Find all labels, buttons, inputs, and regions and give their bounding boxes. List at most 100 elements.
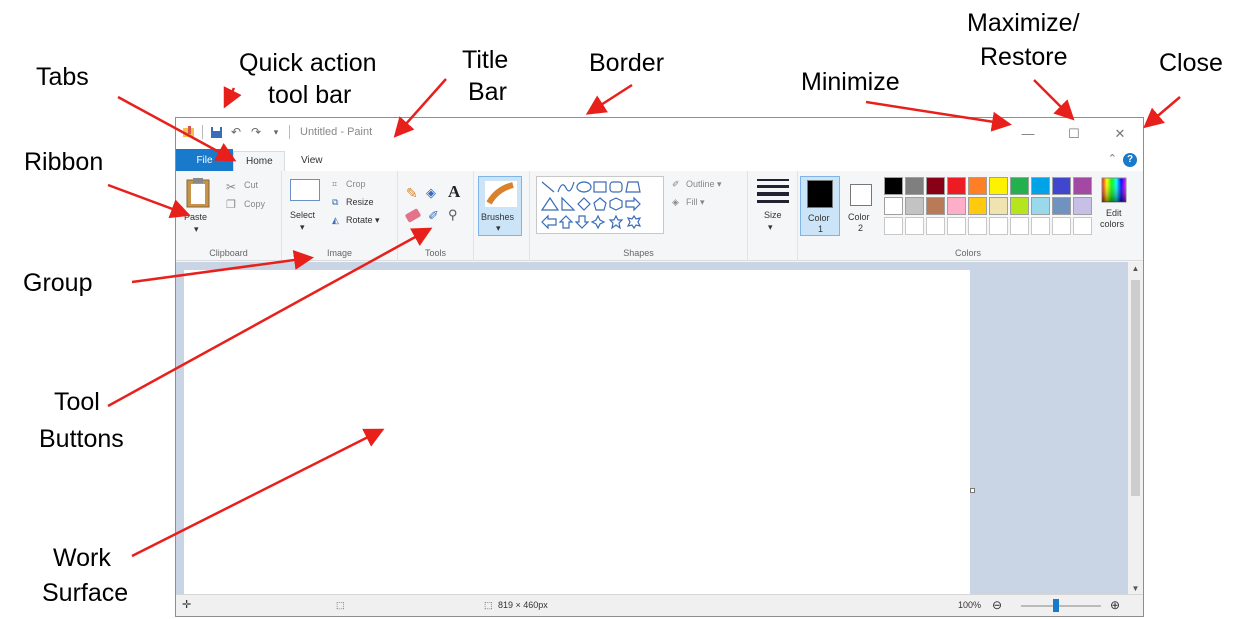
scroll-down-icon[interactable]: ▼ bbox=[1128, 584, 1143, 593]
eraser-icon[interactable] bbox=[404, 208, 422, 223]
palette-swatch[interactable] bbox=[968, 177, 987, 195]
rotate-icon: ◭ bbox=[332, 215, 339, 225]
colors-group-name: Colors bbox=[954, 248, 981, 258]
paste-icon bbox=[186, 178, 210, 208]
rotate-button[interactable]: Rotate ▾ bbox=[346, 215, 380, 226]
fill-button[interactable]: Fill ▾ bbox=[686, 197, 705, 208]
title-bar[interactable]: ↶ ↷ ▾ Untitled - Paint — ☐ ✕ bbox=[176, 118, 1143, 149]
palette-empty-swatch[interactable] bbox=[947, 217, 966, 235]
scroll-up-icon[interactable]: ▲ bbox=[1128, 264, 1143, 273]
edit-colors-button[interactable]: Edit colors bbox=[1096, 177, 1132, 237]
tool-buttons-annotation-line1: Tool bbox=[54, 388, 100, 416]
edit-colors-label-line2: colors bbox=[1100, 219, 1125, 229]
pencil-icon[interactable]: ✎ bbox=[406, 185, 418, 202]
qat-separator bbox=[202, 125, 203, 139]
color-picker-icon[interactable]: ✐ bbox=[428, 208, 439, 224]
palette-swatch[interactable] bbox=[884, 177, 903, 195]
palette-swatch[interactable] bbox=[1010, 197, 1029, 215]
palette-swatch[interactable] bbox=[1073, 177, 1092, 195]
tab-file[interactable]: File bbox=[176, 149, 233, 171]
palette-swatch[interactable] bbox=[1052, 197, 1071, 215]
palette-swatch[interactable] bbox=[905, 197, 924, 215]
palette-empty-swatch[interactable] bbox=[1031, 217, 1050, 235]
palette-empty-swatch[interactable] bbox=[968, 217, 987, 235]
palette-swatch[interactable] bbox=[989, 177, 1008, 195]
magnifier-icon[interactable]: ⚲ bbox=[448, 207, 458, 223]
select-button[interactable]: Select ▾ bbox=[288, 179, 322, 235]
work-surface[interactable] bbox=[184, 270, 970, 595]
colors-group: Color 1 Color 2 Edit colors Colors bbox=[798, 171, 1138, 261]
paint-window: ↶ ↷ ▾ Untitled - Paint — ☐ ✕ File Home V… bbox=[175, 117, 1144, 617]
palette-empty-swatch[interactable] bbox=[926, 217, 945, 235]
color1-button[interactable]: Color 1 bbox=[800, 176, 840, 236]
canvas-resize-handle[interactable] bbox=[970, 488, 975, 493]
palette-swatch[interactable] bbox=[1010, 177, 1029, 195]
crop-icon: ⌗ bbox=[332, 179, 338, 189]
palette-empty-swatch[interactable] bbox=[1052, 217, 1071, 235]
color1-label-line1: Color bbox=[808, 213, 830, 223]
redo-icon[interactable]: ↷ bbox=[249, 125, 263, 139]
palette-swatch[interactable] bbox=[1073, 197, 1092, 215]
zoom-in-icon[interactable]: ⊕ bbox=[1110, 598, 1120, 612]
canvas-area bbox=[176, 262, 1130, 595]
outline-button[interactable]: Outline ▾ bbox=[686, 179, 722, 190]
vertical-scrollbar[interactable]: ▲ ▼ bbox=[1128, 262, 1143, 595]
collapse-ribbon-icon[interactable]: ⌃ bbox=[1108, 152, 1117, 165]
palette-swatch[interactable] bbox=[989, 197, 1008, 215]
zoom-slider-track[interactable] bbox=[1021, 605, 1101, 607]
image-group-name: Image bbox=[326, 248, 352, 258]
palette-empty-swatch[interactable] bbox=[884, 217, 903, 235]
zoom-slider-thumb[interactable] bbox=[1053, 599, 1059, 612]
zoom-out-icon[interactable]: ⊖ bbox=[992, 598, 1002, 612]
canvas-size-icon: ⬚ bbox=[484, 600, 493, 610]
border-annotation: Border bbox=[589, 49, 665, 77]
color2-label-line2: 2 bbox=[858, 223, 864, 233]
paint-app-icon bbox=[182, 125, 196, 139]
maximize-button[interactable]: ☐ bbox=[1051, 118, 1097, 149]
palette-swatch[interactable] bbox=[1031, 177, 1050, 195]
palette-swatch[interactable] bbox=[926, 177, 945, 195]
palette-swatch[interactable] bbox=[1031, 197, 1050, 215]
fill-icon[interactable]: ◈ bbox=[426, 185, 436, 201]
save-icon[interactable] bbox=[209, 125, 223, 139]
cut-icon: ✂ bbox=[226, 180, 237, 194]
shapes-group-name: Shapes bbox=[623, 248, 654, 258]
resize-button[interactable]: Resize bbox=[346, 197, 374, 207]
shapes-gallery[interactable] bbox=[536, 176, 664, 234]
crop-button[interactable]: Crop bbox=[346, 179, 366, 189]
canvas-dimensions: 819 × 460px bbox=[498, 600, 548, 610]
select-dropdown-icon: ▾ bbox=[300, 222, 305, 232]
scroll-thumb[interactable] bbox=[1131, 280, 1140, 496]
paste-button[interactable]: Paste ▾ bbox=[182, 177, 214, 235]
close-button[interactable]: ✕ bbox=[1097, 118, 1143, 149]
tab-home[interactable]: Home bbox=[233, 151, 285, 171]
color2-button[interactable]: Color 2 bbox=[844, 176, 880, 236]
palette-swatch[interactable] bbox=[968, 197, 987, 215]
help-icon[interactable]: ? bbox=[1123, 153, 1137, 167]
text-icon[interactable]: A bbox=[448, 182, 460, 202]
cut-button[interactable]: Cut bbox=[244, 180, 258, 190]
copy-button[interactable]: Copy bbox=[244, 199, 265, 209]
brushes-group: Brushes ▾ bbox=[474, 171, 530, 261]
size-button[interactable]: Size ▾ bbox=[754, 177, 792, 235]
palette-swatch[interactable] bbox=[905, 177, 924, 195]
palette-empty-swatch[interactable] bbox=[905, 217, 924, 235]
clipboard-group-name: Clipboard bbox=[209, 248, 248, 258]
color2-swatch bbox=[850, 184, 872, 206]
brushes-dropdown-icon: ▾ bbox=[496, 223, 501, 233]
palette-empty-swatch[interactable] bbox=[989, 217, 1008, 235]
palette-empty-swatch[interactable] bbox=[1010, 217, 1029, 235]
palette-swatch[interactable] bbox=[947, 177, 966, 195]
palette-swatch[interactable] bbox=[1052, 177, 1071, 195]
palette-swatch[interactable] bbox=[926, 197, 945, 215]
palette-swatch[interactable] bbox=[947, 197, 966, 215]
minimize-button[interactable]: — bbox=[1005, 118, 1051, 149]
tab-view[interactable]: View bbox=[289, 151, 335, 171]
copy-icon: ❐ bbox=[226, 199, 236, 211]
brushes-button[interactable]: Brushes ▾ bbox=[478, 176, 522, 236]
undo-icon[interactable]: ↶ bbox=[229, 125, 243, 139]
palette-swatch[interactable] bbox=[884, 197, 903, 215]
palette-empty-swatch[interactable] bbox=[1073, 217, 1092, 235]
customize-qat-icon[interactable]: ▾ bbox=[269, 125, 283, 139]
selection-size-icon: ⬚ bbox=[336, 600, 345, 610]
